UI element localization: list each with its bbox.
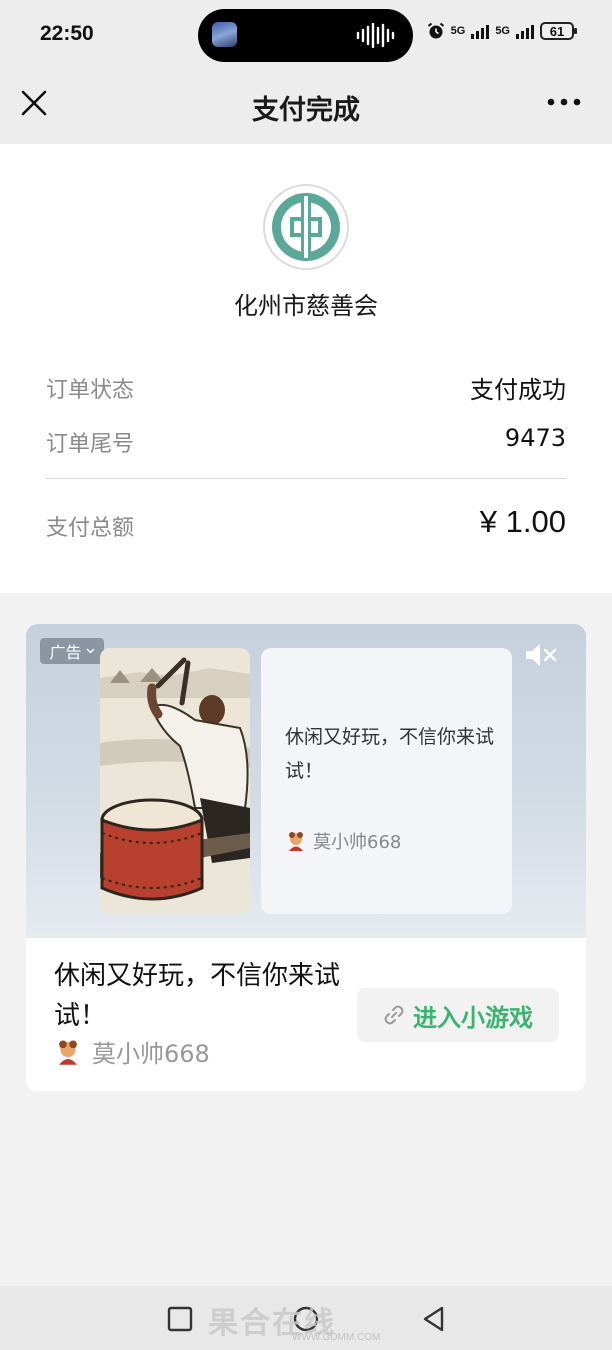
ad-info: 休闲又好玩，不信你来试试！ 莫小帅668 进入小游戏 [26,938,586,1091]
payment-result-card: 化州市慈善会 订单状态 支付成功 订单尾号 9473 支付总额 ¥ 1.00 [0,144,612,593]
total-row: 支付总额 ¥ 1.00 [46,504,566,544]
ad-title[interactable]: 休闲又好玩，不信你来试试！ [54,956,354,1036]
total-label: 支付总额 [46,516,135,541]
battery-level: 61 [549,23,565,39]
signal-icon [516,23,534,39]
status-icons: 5G 5G 61 [427,22,577,40]
order-tail-label: 订单尾号 [46,432,135,457]
alarm-icon [427,22,444,39]
watermark-url: WWW.GDMM.COM [292,1332,381,1343]
status-time: 22:50 [40,22,94,45]
ad-preview-text: 休闲又好玩，不信你来试试！ [285,726,495,782]
audio-wave-icon [356,23,395,48]
merchant-logo [263,184,349,270]
divider [46,478,566,479]
enter-mini-game-button[interactable]: 进入小游戏 [357,988,559,1042]
network-label-2: 5G [495,25,510,37]
merchant-name: 化州市慈善会 [234,292,378,320]
order-status-row: 订单状态 支付成功 [46,366,566,406]
ad-author-name: 莫小帅668 [92,1040,210,1068]
mute-icon[interactable] [522,640,558,670]
total-amount: ¥ 1.00 [479,504,566,539]
network-label-1: 5G [450,25,466,37]
order-status-value: 支付成功 [470,376,566,404]
ad-media-area[interactable]: 广告 休闲又好玩，不信你来试试！ 莫小帅668 [26,624,586,938]
dynamic-island[interactable] [198,9,413,62]
ad-preview-card[interactable]: 休闲又好玩，不信你来试试！ 莫小帅668 [261,648,512,914]
avatar [289,832,303,851]
bank-logo-icon [272,193,340,261]
link-icon [384,1005,404,1025]
ad-author: 莫小帅668 [54,1034,210,1069]
nav-bar: 支付完成 [0,72,612,144]
more-icon[interactable] [546,94,582,110]
signal-icon [471,23,490,39]
order-status-label: 订单状态 [46,378,135,403]
drummer-illustration [100,648,250,914]
back-icon[interactable] [419,1304,449,1334]
status-bar: 22:50 5G 5G 61 [0,0,612,72]
ad-tag-label: 广告 [49,643,82,662]
recent-apps-icon[interactable] [165,1304,195,1334]
media-thumbnail [212,22,237,47]
ad-tag[interactable]: 广告 [40,638,104,664]
ad-card[interactable]: 广告 休闲又好玩，不信你来试试！ 莫小帅668 休闲又好玩，不信你来试试！ 莫小… [26,624,586,1091]
enter-mini-game-label: 进入小游戏 [413,1004,533,1032]
battery-icon: 61 [540,22,577,40]
ad-preview-author-name: 莫小帅668 [313,832,402,853]
page-title: 支付完成 [252,95,360,126]
order-tail-value: 9473 [504,424,566,452]
system-navigation-bar: 果合在线 WWW.GDMM.COM [0,1286,612,1350]
avatar [59,1040,77,1065]
chevron-down-icon [86,648,94,654]
ad-image[interactable] [100,648,250,914]
ad-preview-author: 莫小帅668 [285,828,401,854]
order-tail-row: 订单尾号 9473 [46,420,566,460]
